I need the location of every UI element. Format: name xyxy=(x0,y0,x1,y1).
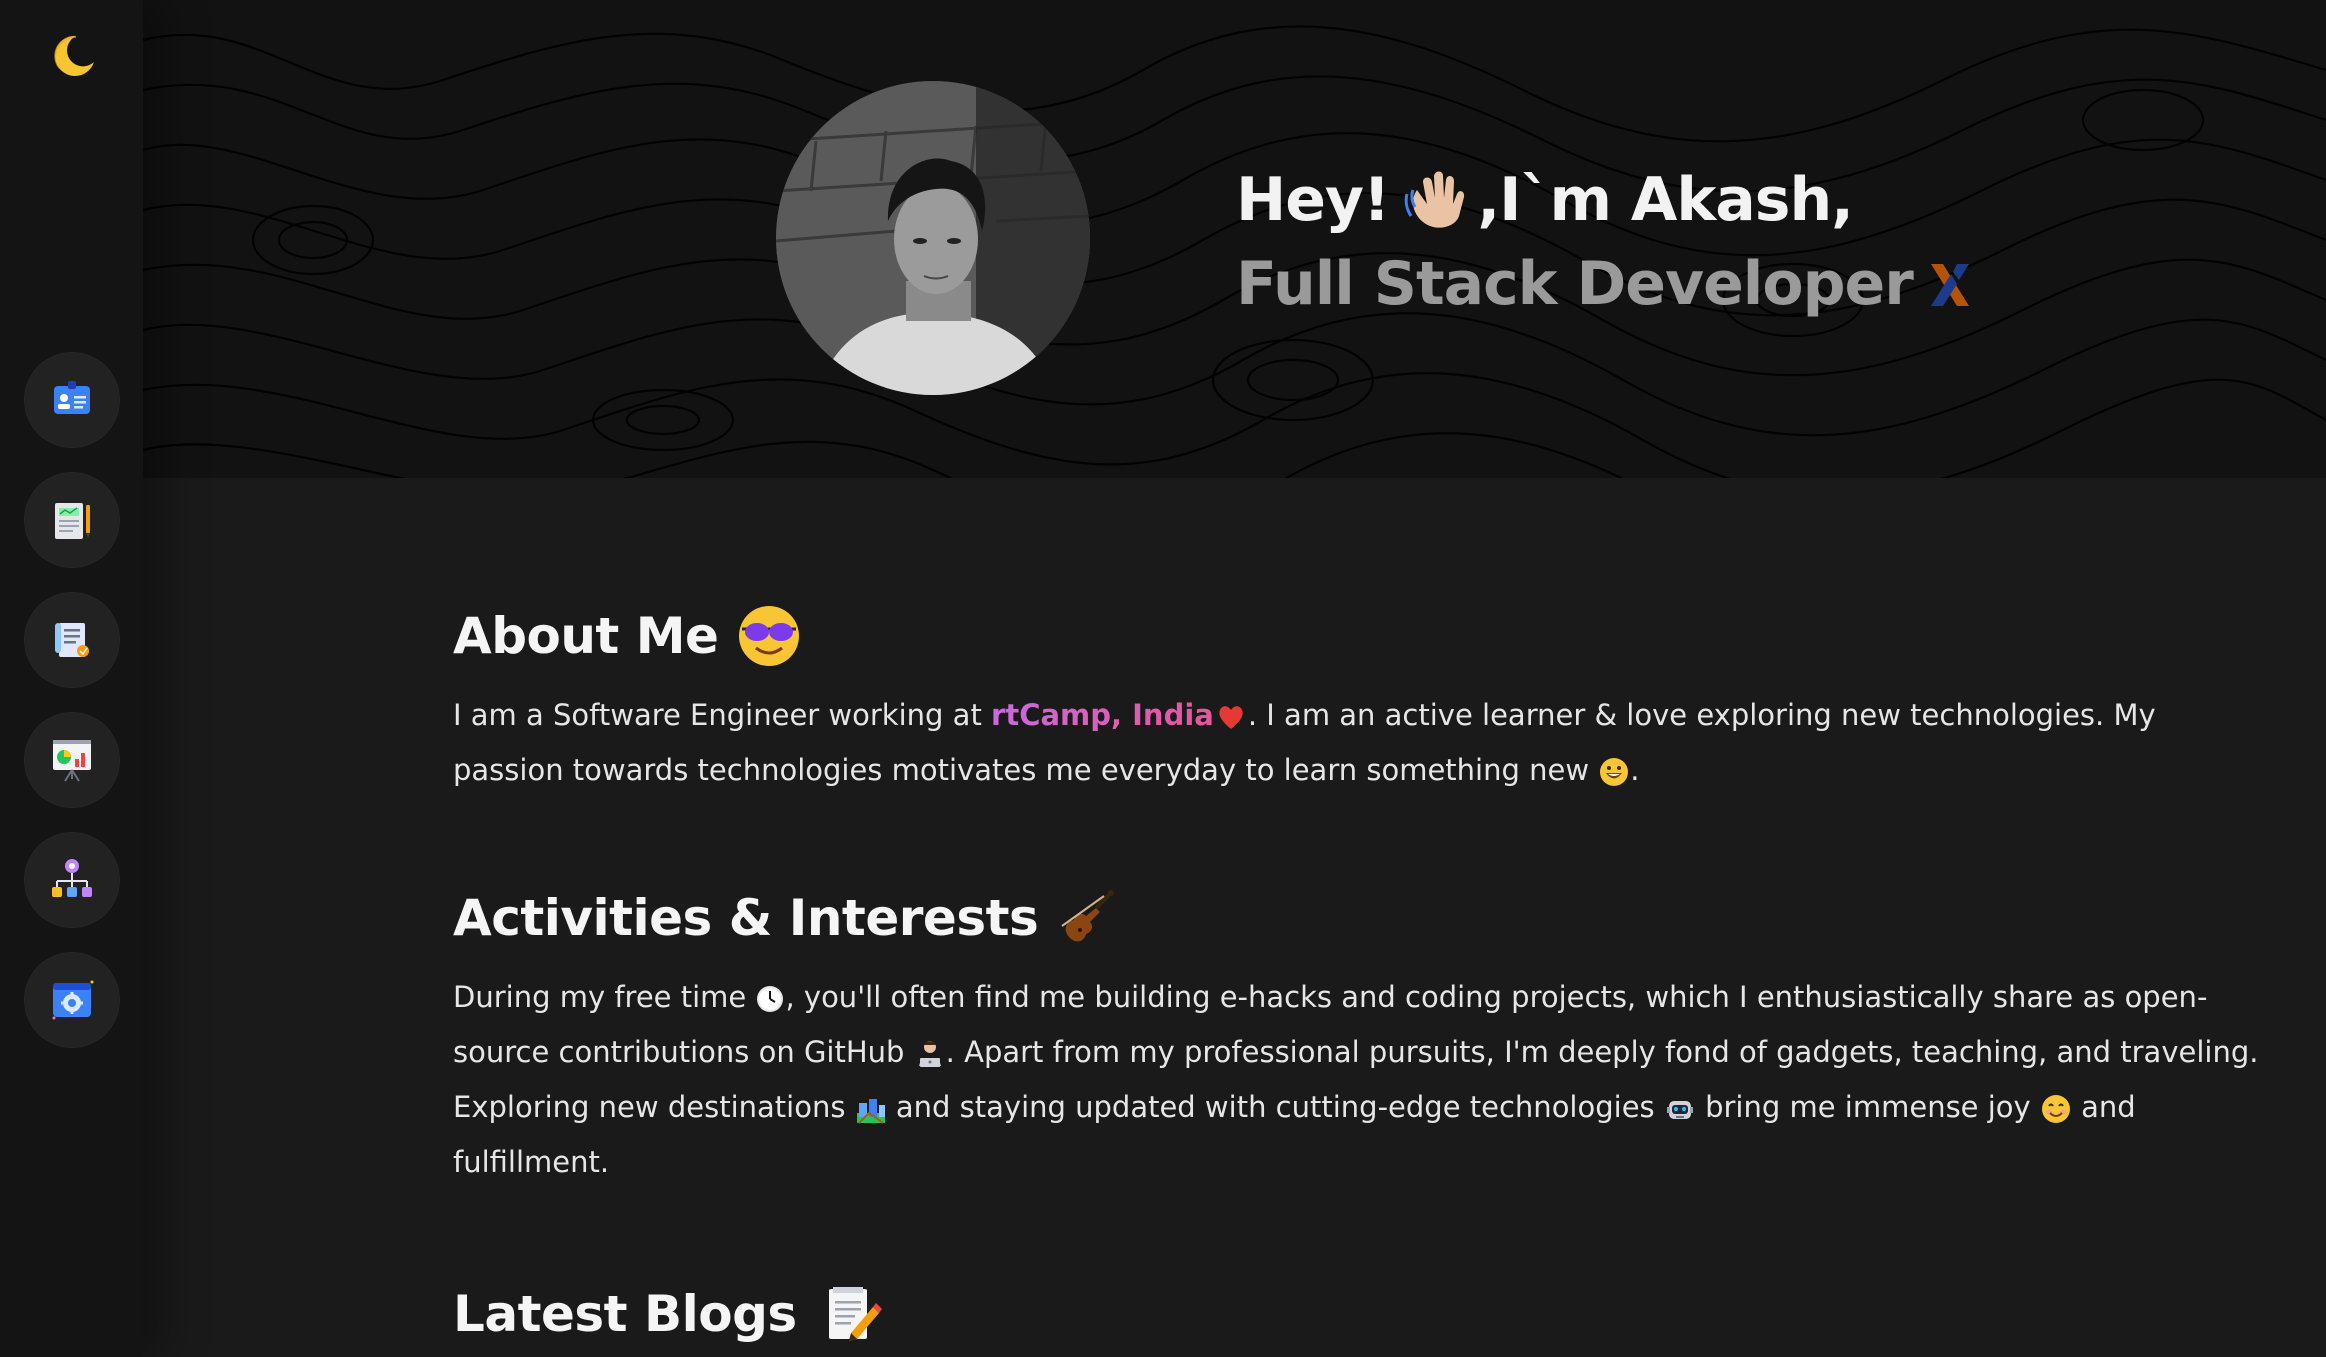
activities-title: Activities & Interests xyxy=(453,872,2273,964)
clock-icon xyxy=(757,986,784,1012)
sidebar xyxy=(0,0,143,1357)
sidebar-item-id-card[interactable] xyxy=(24,352,120,448)
scroll-document-icon xyxy=(55,623,89,657)
browser-gear-icon xyxy=(52,980,94,1020)
crescent-moon-icon xyxy=(54,35,94,76)
devto-x-icon xyxy=(1930,264,1969,306)
activities-text-1: During my free time xyxy=(453,980,756,1014)
company-link[interactable]: rtCamp, India xyxy=(991,698,1214,732)
role-text: Full Stack Developer xyxy=(1236,249,1914,319)
sidebar-item-web-settings[interactable] xyxy=(24,952,120,1048)
activities-text-4: and staying updated with cutting-edge te… xyxy=(886,1090,1664,1124)
blogs-title: Latest Blogs xyxy=(453,1268,2273,1357)
document-chart-icon xyxy=(55,503,90,539)
profile-photo-illustration xyxy=(776,81,1090,395)
smiling-face-icon xyxy=(2041,1095,2070,1123)
sidebar-nav xyxy=(24,352,120,1072)
org-chart-icon xyxy=(52,859,92,897)
sidebar-item-resume[interactable] xyxy=(24,472,120,568)
profile-photo xyxy=(776,81,1090,395)
sidebar-item-organization[interactable] xyxy=(24,832,120,928)
main-content: About Me I am a Software Engineer workin… xyxy=(453,590,2273,1357)
violin-icon xyxy=(1061,890,1115,942)
blogs-section: Latest Blogs xyxy=(453,1268,2273,1357)
activities-paragraph: During my free time , you'll often find … xyxy=(453,970,2273,1190)
about-paragraph: I am a Software Engineer working at rtCa… xyxy=(453,688,2273,798)
sunglasses-face-icon xyxy=(739,606,800,666)
about-title-text: About Me xyxy=(453,607,719,665)
hero-heading: Hey! ,I`m Akash, Full Stack Developer xyxy=(1236,158,1973,326)
hero-banner: Hey! ,I`m Akash, Full Stack Developer xyxy=(143,0,2326,478)
activities-section: Activities & Interests During my free ti… xyxy=(453,872,2273,1190)
hero-greeting: Hey! ,I`m Akash, xyxy=(1236,158,1973,242)
greeting-prefix: Hey! xyxy=(1236,165,1390,235)
about-text-before: I am a Software Engineer working at xyxy=(453,698,992,732)
grinning-face-icon xyxy=(1600,758,1629,786)
about-title: About Me xyxy=(453,590,2273,682)
about-text-end: . xyxy=(1630,753,1640,787)
presentation-board-icon xyxy=(53,740,91,782)
activities-title-text: Activities & Interests xyxy=(453,889,1039,947)
waving-hand-icon xyxy=(1405,171,1465,228)
railway-icon xyxy=(856,1099,885,1124)
topographic-background xyxy=(143,25,2326,478)
hero-role: Full Stack Developer xyxy=(1236,242,1973,326)
activities-text-5: bring me immense joy xyxy=(1695,1090,2040,1124)
memo-pencil-icon xyxy=(828,1287,882,1341)
robot-icon xyxy=(1666,1101,1693,1119)
sidebar-item-blogs[interactable] xyxy=(24,592,120,688)
red-heart-icon xyxy=(1219,706,1243,729)
greeting-suffix: ,I`m Akash, xyxy=(1477,165,1854,235)
blogs-title-text: Latest Blogs xyxy=(453,1285,797,1343)
about-section: About Me I am a Software Engineer workin… xyxy=(453,590,2273,798)
theme-toggle-button[interactable] xyxy=(44,28,100,84)
technologist-icon xyxy=(918,1041,941,1067)
id-badge-icon xyxy=(54,381,90,414)
sidebar-item-presentations[interactable] xyxy=(24,712,120,808)
